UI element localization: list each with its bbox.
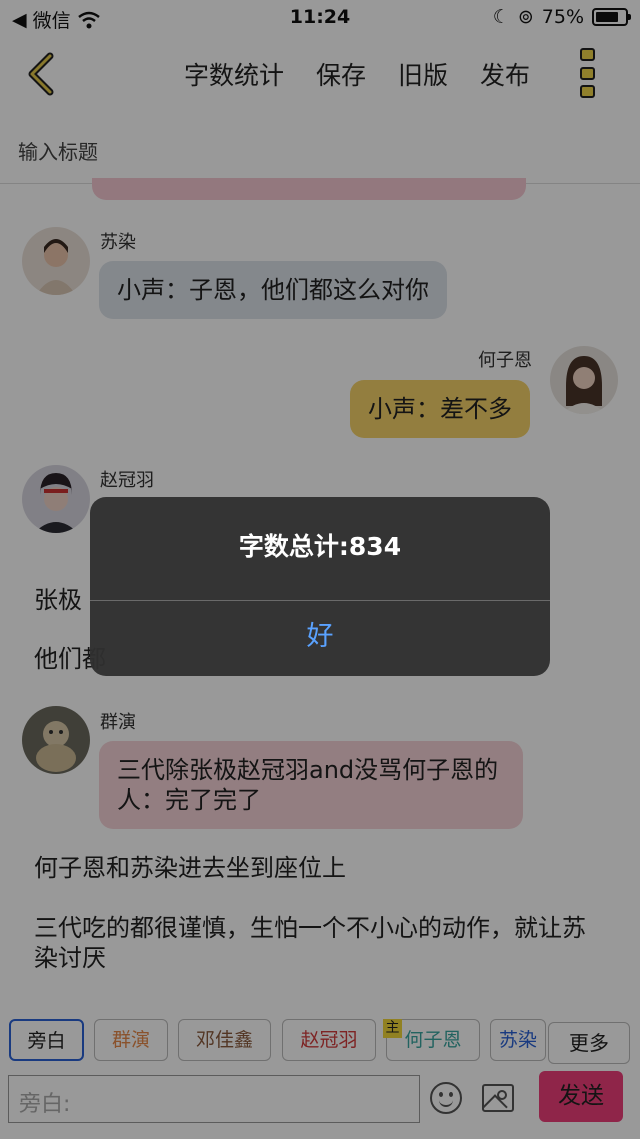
alert-message: 字数总计:834 <box>238 532 402 561</box>
word-count-alert: 字数总计:834 好 <box>90 497 550 676</box>
alert-ok-button[interactable]: 好 <box>90 601 550 676</box>
